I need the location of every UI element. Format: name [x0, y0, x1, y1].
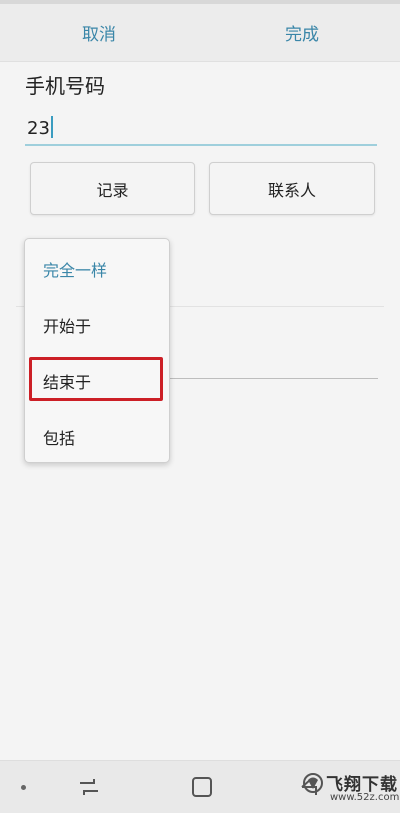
- dropdown-option-contains[interactable]: 包括: [25, 411, 169, 463]
- home-icon[interactable]: [191, 776, 213, 798]
- match-field-underline: [170, 378, 378, 379]
- match-type-dropdown: 完全一样 开始于 结束于 包括: [24, 238, 170, 463]
- records-button[interactable]: 记录: [30, 162, 195, 215]
- status-bar: [0, 0, 400, 4]
- dropdown-option-exact-match[interactable]: 完全一样: [25, 243, 169, 295]
- system-navigation-bar: [0, 760, 400, 813]
- dropdown-option-ends-with[interactable]: 结束于: [25, 355, 169, 407]
- back-icon[interactable]: [296, 775, 322, 799]
- recent-apps-icon[interactable]: [76, 775, 102, 799]
- done-button[interactable]: 完成: [285, 20, 319, 45]
- cancel-button[interactable]: 取消: [82, 20, 116, 45]
- phone-number-label: 手机号码: [25, 74, 105, 98]
- text-cursor: [51, 116, 53, 138]
- dot-icon: [21, 785, 26, 790]
- phone-number-input[interactable]: [25, 112, 377, 146]
- contacts-button[interactable]: 联系人: [209, 162, 375, 215]
- top-action-bar: 取消 完成: [0, 0, 400, 62]
- dropdown-option-starts-with[interactable]: 开始于: [25, 299, 169, 351]
